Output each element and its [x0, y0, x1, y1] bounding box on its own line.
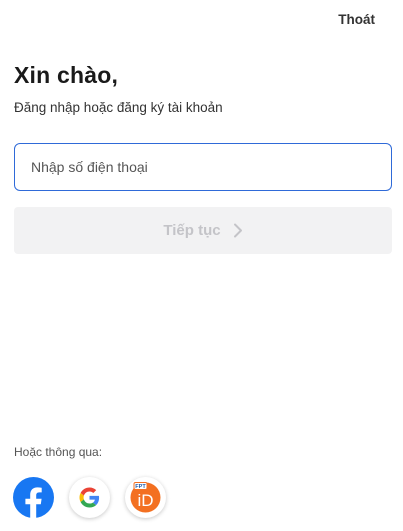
chevron-right-icon — [233, 223, 242, 238]
facebook-icon — [13, 477, 54, 518]
fpt-id-login-button[interactable]: FPT iD — [125, 477, 166, 518]
svg-text:iD: iD — [137, 491, 153, 510]
fpt-id-icon: FPT iD — [130, 482, 161, 513]
phone-field[interactable] — [14, 143, 392, 191]
exit-button[interactable]: Thoát — [338, 12, 375, 27]
google-icon — [79, 487, 100, 508]
svg-text:FPT: FPT — [135, 484, 146, 490]
phone-input[interactable] — [15, 144, 391, 190]
greeting-title: Xin chào, — [14, 62, 119, 88]
google-login-button[interactable] — [69, 477, 110, 518]
continue-button[interactable]: Tiếp tục — [14, 207, 392, 254]
continue-label: Tiếp tục — [163, 222, 221, 239]
login-subtitle: Đăng nhập hoặc đăng ký tài khoản — [14, 100, 223, 115]
facebook-login-button[interactable] — [13, 477, 54, 518]
social-login-label: Hoặc thông qua: — [14, 445, 103, 459]
